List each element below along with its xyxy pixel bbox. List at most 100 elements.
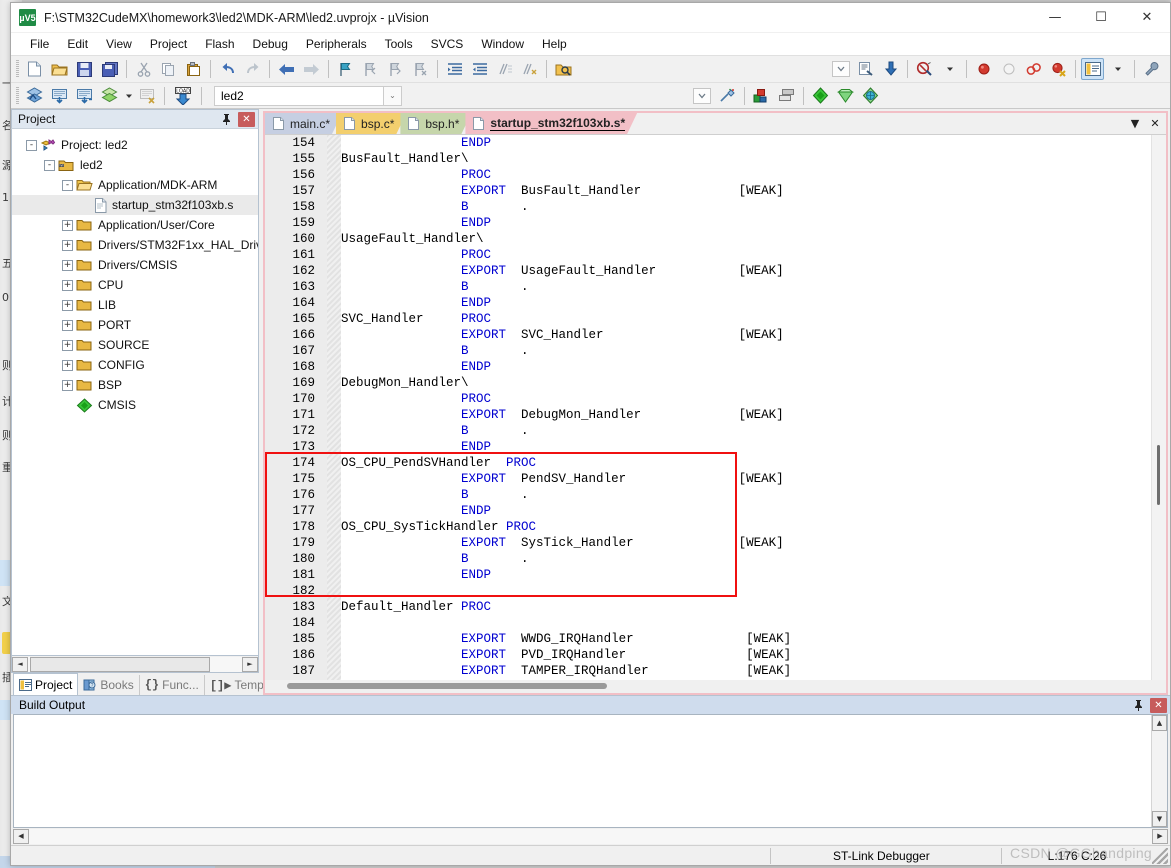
code-line[interactable]: 176 B . [265, 487, 1151, 503]
code-line[interactable]: 182 [265, 583, 1151, 599]
expander-icon[interactable]: + [62, 359, 73, 371]
navigate-forward-icon[interactable] [300, 58, 323, 80]
bookmark-clear-icon[interactable] [409, 58, 432, 80]
code-line[interactable]: 156 PROC [265, 167, 1151, 183]
code-line[interactable]: 186 EXPORT PVD_IRQHandler [WEAK] [265, 647, 1151, 663]
insert-breakpoint-icon[interactable] [972, 58, 995, 80]
toolbar-grip[interactable] [16, 86, 19, 105]
expander-icon[interactable]: + [62, 299, 73, 311]
tree-item-target-led2[interactable]: - led2 [12, 155, 258, 175]
project-tree-container[interactable]: - Project: led2 - led2 - Application/MDK… [11, 128, 259, 656]
pin-icon[interactable] [1130, 697, 1146, 713]
document-tab-main-c[interactable]: main.c* [265, 113, 342, 134]
code-line[interactable]: 161 PROC [265, 247, 1151, 263]
navigate-back-icon[interactable] [275, 58, 298, 80]
menu-svcs[interactable]: SVCS [422, 34, 473, 54]
code-line[interactable]: 154 ENDP [265, 135, 1151, 151]
disable-breakpoint-icon[interactable] [1022, 58, 1045, 80]
tree-item-config[interactable]: + CONFIG [12, 355, 258, 375]
code-line[interactable]: 157 EXPORT BusFault_Handler [WEAK] [265, 183, 1151, 199]
target-options-icon[interactable] [716, 85, 739, 107]
bookmark-next-icon[interactable] [384, 58, 407, 80]
menu-edit[interactable]: Edit [58, 34, 97, 54]
menu-view[interactable]: View [97, 34, 141, 54]
code-line[interactable]: 172 B . [265, 423, 1151, 439]
code-line[interactable]: 169 DebugMon_Handler\ [265, 375, 1151, 391]
expander-icon[interactable]: + [62, 259, 73, 271]
build-horizontal-scrollbar[interactable]: ◀ ▶ [13, 828, 1168, 844]
manage-project-items-icon[interactable] [750, 85, 773, 107]
menu-window[interactable]: Window [472, 34, 533, 54]
panel-tab-books[interactable]: ? Books [78, 675, 140, 695]
scroll-down-arrow-icon[interactable]: ▼ [1152, 811, 1167, 827]
expander-icon[interactable]: - [44, 159, 55, 171]
cut-icon[interactable] [132, 58, 155, 80]
uncomment-icon[interactable] [518, 58, 541, 80]
expander-icon[interactable]: - [26, 139, 37, 151]
project-window-arrow-icon[interactable] [1106, 58, 1129, 80]
code-line[interactable]: 158 B . [265, 199, 1151, 215]
menu-debug[interactable]: Debug [244, 34, 297, 54]
code-line[interactable]: 184 [265, 615, 1151, 631]
tree-item-startup-file[interactable]: startup_stm32f103xb.s [12, 195, 258, 215]
tree-item-source[interactable]: + SOURCE [12, 335, 258, 355]
bookmark-prev-icon[interactable] [359, 58, 382, 80]
minimize-button[interactable]: — [1032, 3, 1078, 33]
pack-installer-icon[interactable] [809, 85, 832, 107]
paste-icon[interactable] [182, 58, 205, 80]
code-line[interactable]: 164 ENDP [265, 295, 1151, 311]
code-line[interactable]: 179 EXPORT SysTick_Handler [WEAK] [265, 535, 1151, 551]
menu-flash[interactable]: Flash [196, 34, 243, 54]
rebuild-icon[interactable] [73, 85, 96, 107]
download-icon[interactable] [879, 58, 902, 80]
pack-globe-icon[interactable] [859, 85, 882, 107]
batch-build-icon[interactable] [98, 85, 121, 107]
copy-icon[interactable] [157, 58, 180, 80]
editor-vertical-scroll-thumb[interactable] [1157, 445, 1160, 505]
menu-project[interactable]: Project [141, 34, 196, 54]
stop-build-icon[interactable] [136, 85, 159, 107]
code-line[interactable]: 167 B . [265, 343, 1151, 359]
code-line[interactable]: 168 ENDP [265, 359, 1151, 375]
code-line[interactable]: 173 ENDP [265, 439, 1151, 455]
document-tab-bsp-c[interactable]: bsp.c* [336, 113, 406, 134]
code-line[interactable]: 165 SVC_Handler PROC [265, 311, 1151, 327]
close-icon[interactable]: ✕ [238, 111, 255, 127]
start-debug-icon[interactable] [913, 58, 936, 80]
tree-item-application-user-core[interactable]: + Application/User/Core [12, 215, 258, 235]
multi-project-diamond-icon[interactable] [834, 85, 857, 107]
batch-build-arrow-icon[interactable] [123, 85, 134, 107]
code-line[interactable]: 162 EXPORT UsageFault_Handler [WEAK] [265, 263, 1151, 279]
expander-icon[interactable]: + [62, 279, 73, 291]
combo-dropdown-arrow-icon[interactable] [938, 58, 961, 80]
scroll-right-arrow-icon[interactable]: ▶ [1152, 828, 1168, 844]
code-line[interactable]: 166 EXPORT SVC_Handler [WEAK] [265, 327, 1151, 343]
scroll-thumb[interactable] [30, 656, 210, 672]
editor-horizontal-scroll-thumb[interactable] [287, 683, 607, 689]
open-file-icon[interactable] [48, 58, 71, 80]
menu-help[interactable]: Help [533, 34, 576, 54]
save-all-icon[interactable] [98, 58, 121, 80]
scroll-up-arrow-icon[interactable]: ▲ [1152, 715, 1167, 731]
configuration-wizard-icon[interactable] [1140, 58, 1163, 80]
manage-run-time-env-icon[interactable] [775, 85, 798, 107]
menu-tools[interactable]: Tools [376, 34, 422, 54]
code-line[interactable]: 183 Default_Handler PROC [265, 599, 1151, 615]
editor-vertical-scrollbar[interactable] [1151, 135, 1166, 680]
comment-icon[interactable] [493, 58, 516, 80]
bookmark-toggle-icon[interactable] [334, 58, 357, 80]
panel-tab-project[interactable]: Project [13, 673, 79, 695]
load-icon[interactable]: LOAD [170, 85, 196, 107]
code-text-area[interactable]: 154 ENDP 155 BusFault_Handler\ 156 PROC 157 … [265, 135, 1151, 680]
expander-icon[interactable]: - [62, 179, 73, 191]
build-output-body[interactable]: ▲ ▼ [13, 714, 1168, 828]
combo-arrow-icon[interactable] [829, 58, 852, 80]
tree-item-bsp[interactable]: + BSP [12, 375, 258, 395]
editor-horizontal-scrollbar[interactable] [265, 680, 1166, 693]
project-window-icon[interactable] [1081, 58, 1104, 80]
menu-peripherals[interactable]: Peripherals [297, 34, 376, 54]
tree-item-application-mdk-arm[interactable]: - Application/MDK-ARM [12, 175, 258, 195]
code-line[interactable]: 155 BusFault_Handler\ [265, 151, 1151, 167]
tree-item-cmsis[interactable]: CMSIS [12, 395, 258, 415]
expander-icon[interactable]: + [62, 339, 73, 351]
